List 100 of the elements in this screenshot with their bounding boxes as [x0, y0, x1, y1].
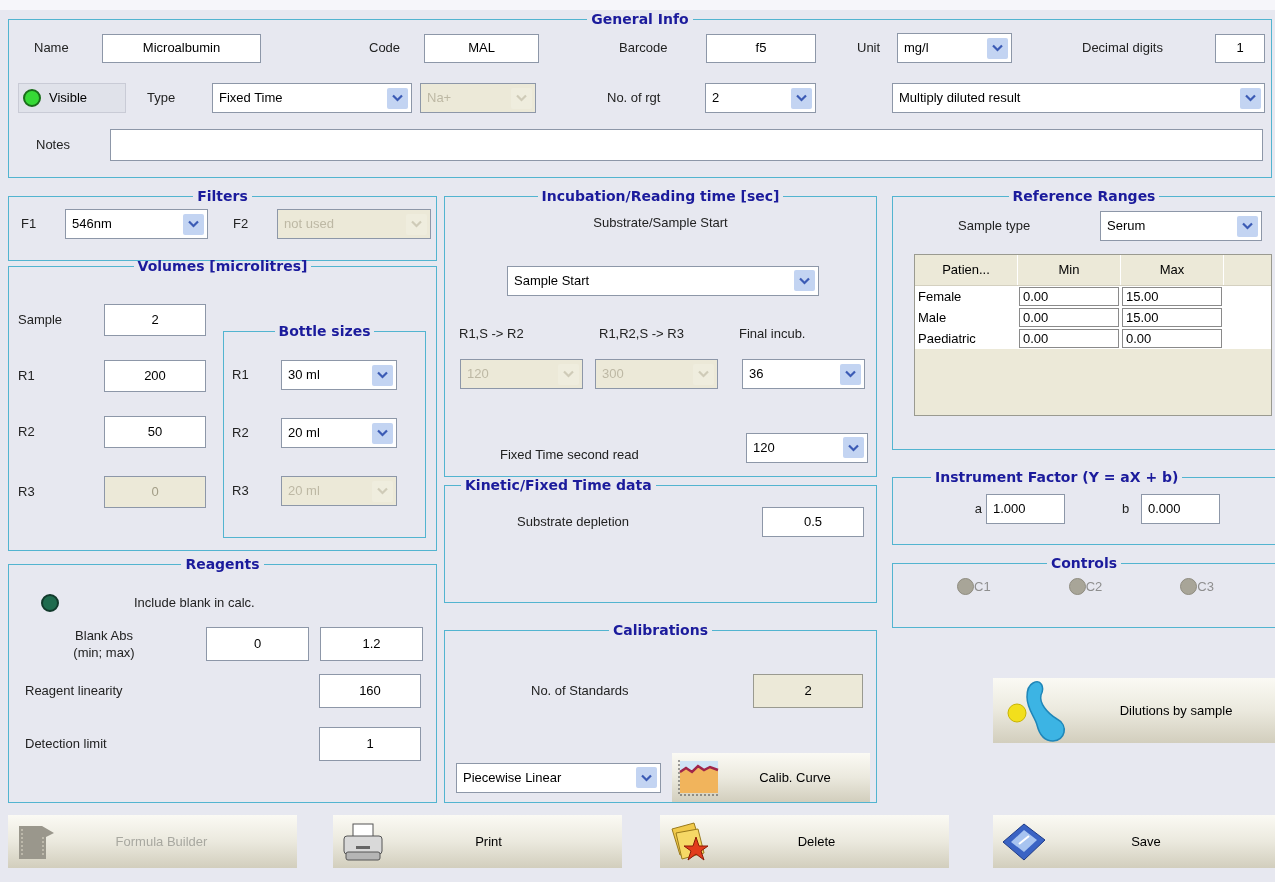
dropdown[interactable]: 30 ml [281, 360, 397, 390]
chevron-icon [558, 363, 579, 385]
text-field[interactable]: 1.2 [320, 626, 423, 661]
chevron-icon [183, 213, 204, 235]
dropdown[interactable]: 2 [705, 83, 816, 113]
readonly-field: 2 [753, 674, 863, 708]
chevron-icon [987, 37, 1008, 59]
chevron-icon [372, 364, 393, 386]
dropdown[interactable]: 20 ml [281, 418, 397, 448]
group-title: Instrument Factor (Y = aX + b) [934, 468, 1180, 486]
dropdown[interactable]: Fixed Time [212, 83, 412, 113]
text-field[interactable]: 0.5 [762, 507, 864, 537]
indicator-light[interactable] [23, 89, 41, 107]
text-field[interactable]: 1 [319, 726, 421, 761]
field-label: Code [369, 39, 402, 58]
table-cell-text: Female [917, 287, 963, 306]
field-label: Name [34, 39, 70, 58]
field-label: No. of Standards [531, 682, 630, 701]
field-label: F2 [233, 215, 250, 234]
field-label: Substrate/Sample Start [593, 214, 728, 232]
chevron-icon [794, 270, 815, 291]
field-label: Reagent linearity [25, 681, 124, 700]
field-label: Notes [36, 136, 71, 155]
text-field[interactable]: 160 [319, 673, 421, 708]
table-cell-text: Paediatric [917, 329, 977, 348]
radio-icon [1068, 578, 1086, 596]
dropdown[interactable]: 546nm [65, 209, 208, 239]
text-field[interactable]: 1 [1215, 33, 1265, 63]
text-field[interactable]: 200 [104, 360, 206, 392]
printer-icon [341, 821, 385, 862]
group-title: Controls [1049, 554, 1119, 572]
chevron-icon [636, 767, 657, 788]
dropdown[interactable]: Sample Start [507, 265, 819, 296]
dropdown[interactable]: Piecewise Linear [456, 762, 661, 793]
text-field[interactable]: MAL [424, 33, 539, 63]
group-title: Reagents [184, 555, 261, 573]
chevron-icon [1240, 87, 1261, 109]
field-label: Blank Abs (min; max) [72, 626, 136, 661]
text-field[interactable]: 1.000 [986, 494, 1065, 524]
field-label: Include blank in calc. [134, 594, 255, 612]
chevron-icon [693, 363, 714, 385]
notes-field[interactable] [110, 129, 1263, 161]
chevron-icon [372, 422, 393, 444]
dropdown[interactable]: Multiply diluted result [892, 83, 1265, 113]
field-label: Unit [857, 39, 882, 58]
table-cell[interactable]: 0.00 [1019, 329, 1119, 348]
field-label: a [973, 500, 983, 519]
action-button[interactable]: Save [993, 815, 1275, 868]
chevron-icon [791, 87, 812, 109]
chart-icon [676, 757, 720, 798]
visible-toggle[interactable]: Visible [18, 83, 126, 113]
table-cell[interactable]: 0.00 [1019, 287, 1119, 306]
field-label: R2 [232, 424, 250, 443]
chevron-icon [511, 87, 532, 109]
chevron-icon [840, 363, 861, 385]
text-field[interactable]: 0.000 [1141, 494, 1220, 524]
action-button[interactable]: Delete [660, 815, 949, 868]
field-label: Sample type [958, 217, 1032, 236]
text-field[interactable]: 2 [104, 304, 206, 336]
field-label: R1 [18, 367, 36, 386]
table-cell[interactable]: 0.00 [1019, 308, 1119, 327]
table-cell[interactable]: 15.00 [1122, 287, 1222, 306]
text-field[interactable]: f5 [706, 33, 816, 63]
field-label: R3 [232, 482, 250, 501]
field-label: Type [147, 89, 177, 108]
text-field[interactable]: 0 [206, 626, 309, 661]
field-label: R2 [18, 423, 36, 442]
field-label: R1,R2,S -> R3 [599, 324, 685, 343]
group-title: Filters [196, 187, 249, 205]
group-title: General Info [590, 10, 690, 28]
field-label: Fixed Time second read [500, 446, 640, 464]
chevron-icon [372, 480, 393, 502]
radio-icon [957, 578, 974, 596]
dropdown[interactable]: 36 [742, 359, 865, 389]
chevron-icon [843, 437, 864, 459]
dropdown[interactable]: mg/l [897, 33, 1012, 63]
field-label: Final incub. [739, 324, 806, 343]
column-header[interactable]: Patien... [915, 255, 1018, 285]
dilutions-button[interactable]: Dilutions by sample [993, 678, 1275, 743]
dropdown[interactable]: Serum [1100, 211, 1262, 241]
chevron-icon [387, 87, 408, 109]
text-field[interactable]: Microalbumin [102, 33, 261, 63]
chevron-icon [406, 213, 427, 235]
group-title: Volumes [microlitres] [136, 257, 309, 275]
field-label: Decimal digits [1082, 39, 1164, 58]
text-field[interactable]: 50 [104, 416, 206, 448]
action-button[interactable]: Print [333, 815, 622, 868]
group-title: Reference Ranges [1011, 187, 1157, 205]
dropdown[interactable]: 120 [746, 432, 868, 463]
calib-curve-button[interactable]: Calib. Curve [672, 753, 870, 802]
chevron-icon [1237, 215, 1258, 237]
column-header[interactable]: Min [1018, 255, 1121, 285]
field-label: Barcode [619, 39, 669, 58]
field-label: No. of rgt [607, 89, 662, 108]
indicator-light[interactable] [41, 593, 59, 612]
field-label: R1 [232, 366, 250, 385]
field-label: Sample [18, 311, 64, 330]
table-cell[interactable]: 15.00 [1122, 308, 1222, 327]
table-cell[interactable]: 0.00 [1122, 329, 1222, 348]
column-header[interactable]: Max [1121, 255, 1224, 285]
